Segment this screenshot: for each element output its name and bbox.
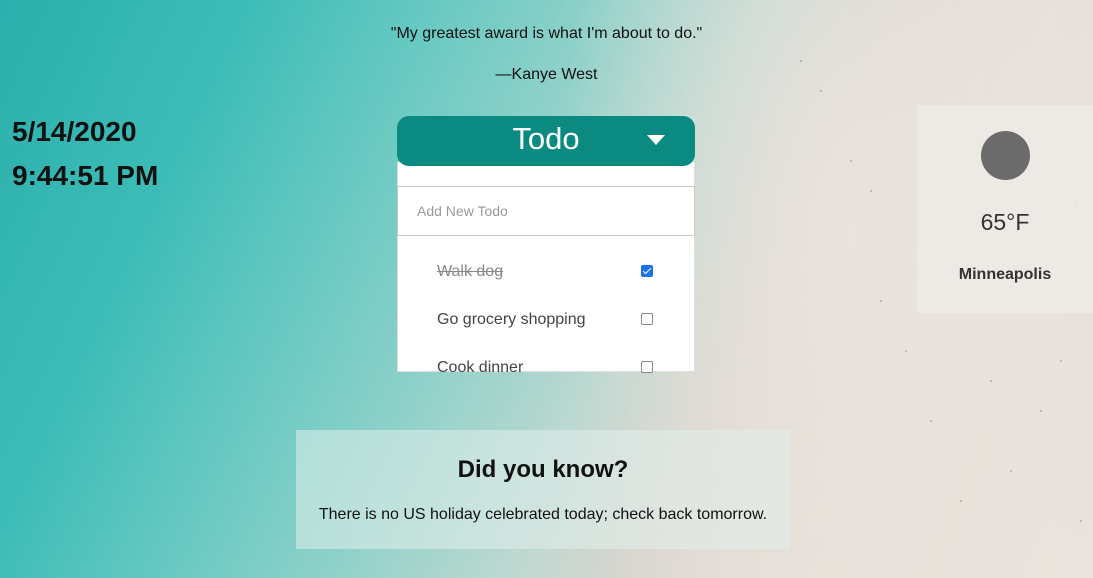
todo-item-checkbox[interactable] [641,313,653,325]
todo-item-label: Cook dinner [437,359,524,376]
todo-title: Todo [512,121,580,156]
current-date: 5/14/2020 [12,116,137,147]
todo-list: Walk dog Go grocery shopping Cook dinner [398,248,694,392]
did-you-know-title: Did you know? [457,456,629,483]
todo-item: Walk dog [398,248,694,296]
weather-temperature: 65°F [980,209,1030,235]
weather-circle-icon [980,131,1030,180]
todo-widget: Todo Walk dog Go grocery shopping Cook d… [397,116,695,376]
todo-body: Walk dog Go grocery shopping Cook dinner [397,162,695,376]
quote-text: "My greatest award is what I'm about to … [390,25,703,42]
todo-item-label: Go grocery shopping [437,311,586,328]
quote-author: —Kanye West [495,66,598,83]
todo-header-toggle[interactable]: Todo [397,116,695,166]
todo-item-checkbox[interactable] [641,361,653,373]
weather-city: Minneapolis [958,266,1052,283]
todo-item-label: Walk dog [437,263,504,280]
weather-widget: 65°F Minneapolis [917,105,1093,313]
todo-item: Go grocery shopping [398,296,694,344]
did-you-know-text: There is no US holiday celebrated today;… [318,506,768,523]
todo-item: Cook dinner [398,344,694,392]
caret-down-icon[interactable] [647,135,665,145]
add-todo-input[interactable] [397,186,695,236]
current-time: 9:44:51 PM [12,160,159,191]
did-you-know-panel: Did you know? There is no US holiday cel… [296,430,790,549]
todo-item-checkbox[interactable] [641,265,653,277]
